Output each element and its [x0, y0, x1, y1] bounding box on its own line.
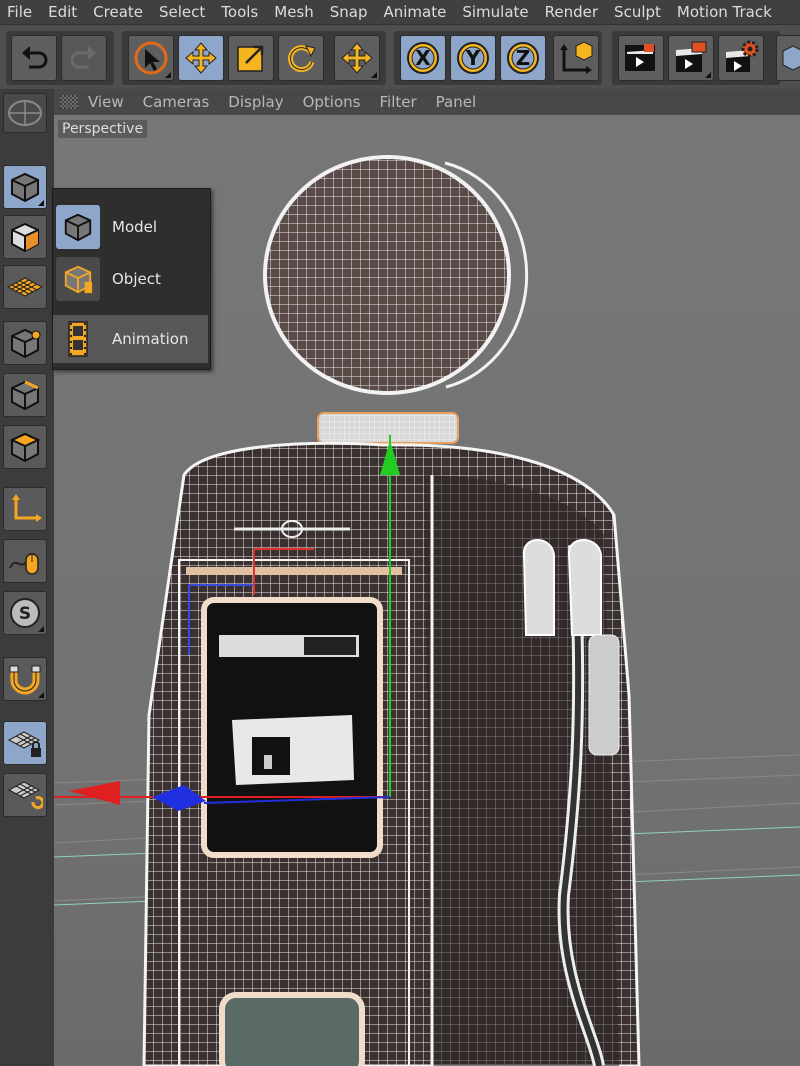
render-view-icon [625, 44, 655, 71]
model-mode-button[interactable] [3, 165, 47, 209]
undo-icon [22, 46, 48, 69]
live-selection-icon [134, 41, 168, 75]
model-cube-icon [56, 205, 100, 249]
texture-mode-icon [11, 222, 39, 253]
undo-button[interactable] [11, 35, 57, 81]
redo-button[interactable] [61, 35, 107, 81]
render-settings-icon [726, 40, 759, 72]
edges-mode-icon [11, 380, 39, 411]
menu-create[interactable]: Create [86, 0, 152, 24]
cube-icon [782, 45, 800, 71]
snapping-button[interactable] [3, 657, 47, 701]
points-mode-button[interactable] [3, 321, 47, 365]
viewport-menu-filter[interactable]: Filter [379, 93, 416, 111]
viewport-menu-view[interactable]: View [88, 93, 124, 111]
more-options-indicator [38, 200, 44, 206]
workplane-lock-button[interactable] [3, 721, 47, 765]
object-cube-icon [56, 257, 100, 301]
workplane-button[interactable] [3, 265, 47, 309]
mode-palette: S [0, 89, 55, 1066]
z-axis-lock-button[interactable]: Z [500, 35, 546, 81]
render-view-button[interactable] [618, 35, 664, 81]
viewport-menu-display[interactable]: Display [228, 93, 283, 111]
solo-mode-icon: S [10, 598, 40, 628]
texture-mode-button[interactable] [3, 215, 47, 259]
tweak-mode-icon [9, 553, 39, 575]
more-options-indicator [705, 72, 711, 78]
more-options-indicator [371, 72, 377, 78]
film-strip-icon [56, 317, 100, 361]
mode-flyout-menu: Model Object Animation [52, 188, 211, 370]
main-menubar: File Edit Create Select Tools Mesh Snap … [0, 0, 800, 24]
workplane-align-button[interactable] [3, 773, 47, 817]
menu-tools[interactable]: Tools [214, 0, 267, 24]
flyout-label-object: Object [112, 270, 161, 288]
menu-motion-track[interactable]: Motion Track [670, 0, 781, 24]
menu-simulate[interactable]: Simulate [455, 0, 537, 24]
snapping-icon [9, 665, 41, 695]
menu-sculpt[interactable]: Sculpt [607, 0, 670, 24]
scale-icon [237, 45, 264, 72]
axis-mode-icon [12, 494, 42, 522]
solo-mode-button[interactable]: S [3, 591, 47, 635]
flyout-item-model[interactable]: Model [53, 203, 208, 251]
render-to-picture-viewer-button[interactable] [668, 35, 714, 81]
move-button[interactable] [178, 35, 224, 81]
live-selection-button[interactable] [128, 35, 174, 81]
rotate-button[interactable] [278, 35, 324, 81]
menu-file[interactable]: File [0, 0, 41, 24]
more-options-indicator [38, 692, 44, 698]
workplane-align-icon [7, 781, 43, 810]
main-toolbar: X Y Z [0, 24, 800, 90]
render-settings-button[interactable] [718, 35, 764, 81]
coordinate-system-icon [560, 41, 593, 74]
viewport-menu-panel[interactable]: Panel [436, 93, 476, 111]
x-axis-label: X [415, 46, 431, 70]
x-axis-lock-button[interactable]: X [400, 35, 446, 81]
recent-tool-icon [341, 42, 373, 74]
rotate-icon [288, 45, 316, 73]
tweak-mode-button[interactable] [3, 539, 47, 583]
more-options-indicator [38, 626, 44, 632]
edges-mode-button[interactable] [3, 373, 47, 417]
z-axis-label: Z [515, 46, 531, 70]
polygons-mode-button[interactable] [3, 425, 47, 469]
menu-mesh[interactable]: Mesh [267, 0, 323, 24]
flyout-label-animation: Animation [112, 330, 189, 348]
flyout-item-animation[interactable]: Animation [53, 315, 208, 363]
y-axis-lock-button[interactable]: Y [450, 35, 496, 81]
flyout-label-model: Model [112, 218, 158, 236]
camera-label[interactable]: Perspective [58, 120, 148, 138]
viewport-menu-cameras[interactable]: Cameras [143, 93, 210, 111]
workplane-lock-icon [7, 731, 41, 757]
polygons-mode-icon [9, 432, 41, 463]
axis-mode-button[interactable] [3, 487, 47, 531]
workplane-icon [6, 277, 44, 297]
points-mode-icon [11, 328, 41, 359]
model-mode-icon [11, 172, 39, 203]
menu-snap[interactable]: Snap [323, 0, 377, 24]
menu-edit[interactable]: Edit [41, 0, 86, 24]
viewport-menubar: View Cameras Display Options Filter Pane… [54, 89, 800, 115]
viewport-solo-icon [8, 100, 42, 126]
panel-grip-icon[interactable] [60, 95, 78, 109]
render-to-picture-viewer-icon [676, 41, 707, 72]
menu-select[interactable]: Select [152, 0, 214, 24]
y-axis-label: Y [465, 46, 481, 70]
toolbar-overflow-button[interactable] [776, 35, 800, 81]
coordinate-system-button[interactable] [553, 35, 599, 81]
scale-button[interactable] [228, 35, 274, 81]
more-options-indicator [165, 72, 171, 78]
viewport-menu-options[interactable]: Options [303, 93, 361, 111]
menu-animate[interactable]: Animate [377, 0, 456, 24]
move-icon [185, 42, 217, 74]
svg-text:S: S [19, 604, 31, 624]
menu-render[interactable]: Render [538, 0, 607, 24]
recent-tool-button[interactable] [334, 35, 380, 81]
flyout-item-object[interactable]: Object [53, 255, 208, 303]
viewport-solo-button[interactable] [3, 93, 47, 133]
redo-icon [70, 46, 96, 69]
